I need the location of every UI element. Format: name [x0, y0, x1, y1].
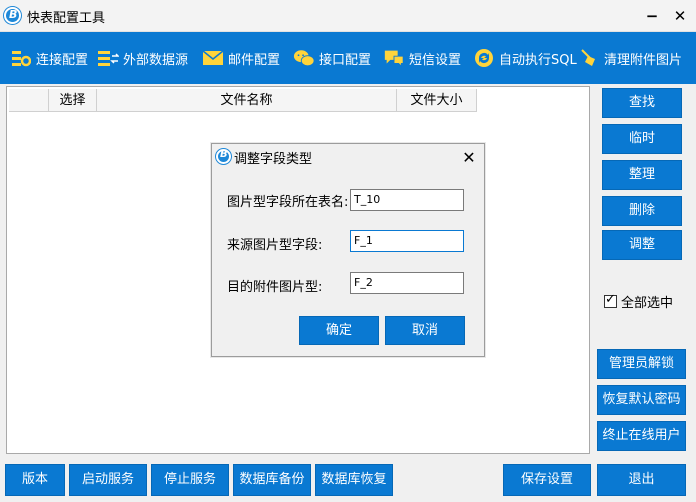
- column-header-blank[interactable]: [9, 89, 49, 112]
- toolbar-clean-attachments[interactable]: 清理附件图片: [578, 32, 682, 84]
- title-bar: 快表配置工具 − ✕: [0, 0, 696, 32]
- toolbar-label: 接口配置: [319, 52, 372, 68]
- adjust-button[interactable]: 调整: [602, 230, 682, 260]
- refresh-icon: [473, 47, 495, 69]
- terminate-online-users-button[interactable]: 终止在线用户: [597, 421, 686, 451]
- toolbar-sms-settings[interactable]: 短信设置: [383, 32, 461, 84]
- restore-default-password-button[interactable]: 恢复默认密码: [597, 385, 686, 415]
- connection-settings-icon: [10, 47, 32, 69]
- dialog-close-button[interactable]: ✕: [460, 149, 478, 167]
- target-field-label: 目的附件图片型:: [227, 280, 323, 295]
- save-settings-button[interactable]: 保存设置: [503, 464, 591, 496]
- close-button[interactable]: ✕: [670, 6, 690, 26]
- broom-icon: [578, 47, 600, 69]
- checkbox-checked-icon[interactable]: [604, 292, 617, 308]
- version-button[interactable]: 版本: [5, 464, 65, 496]
- minimize-button[interactable]: −: [642, 6, 662, 26]
- source-field-input[interactable]: F_1: [350, 230, 464, 252]
- toolbar-label: 自动执行SQL: [499, 52, 577, 68]
- toolbar-external-datasource[interactable]: 外部数据源: [97, 32, 188, 84]
- toolbar-auto-sql[interactable]: 自动执行SQL: [473, 32, 577, 84]
- toolbar: 连接配置 外部数据源 邮件配置 接口配置 短信设置 自动执行SQL 清理附件图片: [0, 32, 696, 84]
- stop-service-button[interactable]: 停止服务: [151, 464, 229, 496]
- table-name-input[interactable]: T_10: [350, 189, 464, 211]
- target-field-input[interactable]: F_2: [350, 272, 464, 294]
- window-title: 快表配置工具: [27, 11, 106, 26]
- table-name-label: 图片型字段所在表名:: [227, 195, 349, 210]
- organize-button[interactable]: 整理: [602, 160, 682, 190]
- toolbar-label: 外部数据源: [123, 52, 189, 68]
- app-logo-icon: [4, 7, 21, 24]
- toolbar-mail-settings[interactable]: 邮件配置: [202, 32, 280, 84]
- dialog-title: 调整字段类型: [234, 152, 313, 167]
- exit-button[interactable]: 退出: [597, 464, 686, 496]
- wechat-icon: [293, 47, 315, 69]
- cancel-button[interactable]: 取消: [385, 316, 465, 345]
- file-list-header: 选择 文件名称 文件大小: [9, 89, 477, 112]
- temporary-button[interactable]: 临时: [602, 124, 682, 154]
- database-restore-button[interactable]: 数据库恢复: [315, 464, 393, 496]
- database-backup-button[interactable]: 数据库备份: [233, 464, 311, 496]
- source-field-label: 来源图片型字段:: [227, 238, 323, 253]
- mail-icon: [202, 47, 224, 69]
- select-all-checkbox[interactable]: 全部选中: [604, 292, 673, 311]
- column-header-filesize[interactable]: 文件大小: [397, 89, 477, 112]
- ok-button[interactable]: 确定: [299, 316, 379, 345]
- find-button[interactable]: 查找: [602, 88, 682, 118]
- column-header-select[interactable]: 选择: [49, 89, 97, 112]
- toolbar-connection-settings[interactable]: 连接配置: [10, 32, 88, 84]
- toolbar-label: 连接配置: [36, 52, 89, 68]
- toolbar-label: 清理附件图片: [604, 52, 683, 68]
- admin-unlock-button[interactable]: 管理员解锁: [597, 349, 686, 379]
- delete-button[interactable]: 删除: [602, 196, 682, 226]
- select-all-label: 全部选中: [621, 296, 674, 311]
- column-header-filename[interactable]: 文件名称: [97, 89, 397, 112]
- start-service-button[interactable]: 启动服务: [69, 464, 147, 496]
- sms-icon: [383, 47, 405, 69]
- toolbar-label: 短信设置: [409, 52, 462, 68]
- toolbar-interface-settings[interactable]: 接口配置: [293, 32, 371, 84]
- adjust-field-type-dialog: 调整字段类型 ✕ 图片型字段所在表名: T_10 来源图片型字段: F_1 目的…: [211, 143, 485, 357]
- external-datasource-icon: [97, 47, 119, 69]
- toolbar-label: 邮件配置: [228, 52, 281, 68]
- dialog-logo-icon: [216, 149, 231, 164]
